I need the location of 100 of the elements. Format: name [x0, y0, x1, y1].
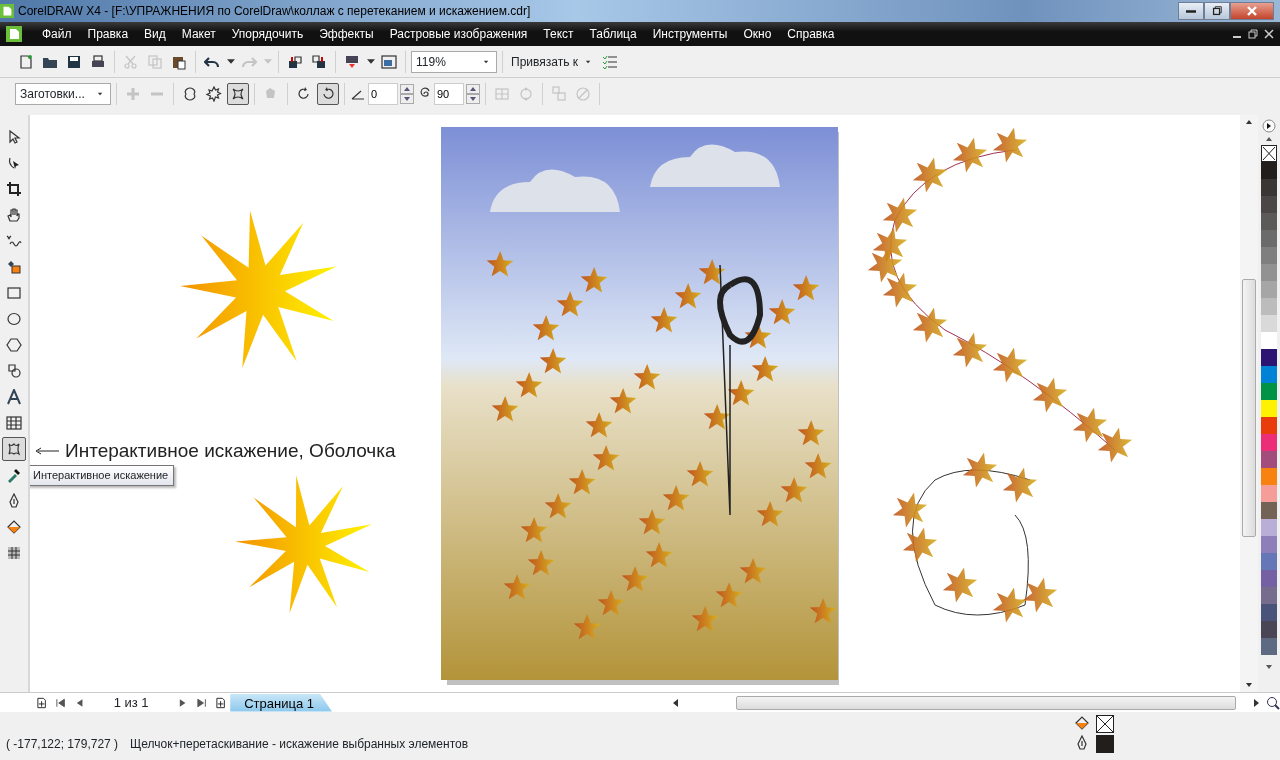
crop-icon — [6, 181, 22, 197]
snap-dropdown[interactable]: Привязать к — [508, 52, 597, 71]
presets-dropdown[interactable]: Заготовки... — [15, 83, 111, 105]
rectangle-icon — [6, 285, 22, 301]
color-swatch[interactable] — [1261, 179, 1277, 196]
menu-item[interactable]: Эффекты — [311, 25, 382, 43]
arrow-icon — [35, 446, 59, 457]
close-button[interactable] — [1230, 2, 1274, 20]
table-icon — [6, 415, 22, 431]
add-page-icon[interactable] — [215, 696, 227, 709]
menu-item[interactable]: Макет — [173, 25, 224, 43]
menu-item[interactable]: Окно — [735, 25, 780, 43]
color-swatch[interactable] — [1261, 315, 1277, 332]
palette-flyout-icon[interactable] — [1262, 119, 1276, 133]
color-swatch[interactable] — [1261, 298, 1277, 315]
menu-item[interactable]: Правка — [79, 25, 137, 43]
paint-bucket-icon — [6, 519, 22, 535]
color-swatch[interactable] — [1261, 502, 1277, 519]
color-swatch[interactable] — [1261, 587, 1277, 604]
color-swatch[interactable] — [1261, 264, 1277, 281]
page-counter: 1 из 1 — [113, 693, 149, 712]
color-swatch[interactable] — [1261, 536, 1277, 553]
scroll-right-icon[interactable] — [1252, 697, 1260, 708]
color-swatch[interactable] — [1261, 213, 1277, 230]
spinner-icon[interactable] — [400, 84, 414, 104]
restore-icon — [1211, 4, 1223, 18]
doc-close-icon[interactable] — [1264, 29, 1274, 39]
mesh-icon — [6, 545, 22, 561]
zoom-dropdown[interactable]: 119% — [411, 50, 497, 73]
annotation-text: Интерактивное искажение, Оболочка — [65, 439, 396, 463]
color-swatch[interactable] — [1261, 400, 1277, 417]
color-swatch[interactable] — [1261, 519, 1277, 536]
add-page-icon[interactable] — [36, 696, 48, 709]
letter-icon — [6, 389, 22, 405]
color-swatch[interactable] — [1261, 383, 1277, 400]
color-swatch[interactable] — [1261, 485, 1277, 502]
cursor-coordinates: ( -177,122; 179,727 ) — [6, 736, 119, 753]
menu-item[interactable]: Таблица — [581, 25, 645, 43]
scrollbar-thumb[interactable] — [736, 695, 1236, 710]
last-page-icon[interactable] — [195, 696, 207, 709]
polygon-icon — [6, 337, 22, 353]
rotations-field[interactable]: 90 — [434, 83, 464, 105]
menu-item[interactable]: Упорядочить — [223, 25, 312, 43]
color-swatch[interactable] — [1261, 247, 1277, 264]
color-swatch[interactable] — [1261, 417, 1277, 434]
menu-item[interactable]: Файл — [34, 25, 80, 43]
rotate-right-icon — [296, 86, 312, 102]
pointer-icon — [6, 129, 22, 145]
color-swatch[interactable] — [1261, 570, 1277, 587]
scroll-left-icon[interactable] — [672, 697, 680, 708]
twist-icon — [230, 86, 246, 102]
color-swatch[interactable] — [1261, 638, 1277, 655]
menu-item[interactable]: Вид — [136, 25, 174, 43]
curve-icon — [6, 233, 22, 249]
eyedropper-icon — [6, 467, 22, 483]
minimize-button[interactable] — [1178, 2, 1204, 20]
color-swatch[interactable] — [1261, 366, 1277, 383]
no-color-swatch[interactable] — [1261, 145, 1277, 162]
distort-icon — [6, 441, 22, 457]
color-swatch[interactable] — [1261, 604, 1277, 621]
puffy-shape-icon — [182, 86, 198, 102]
color-swatch[interactable] — [1261, 451, 1277, 468]
color-swatch[interactable] — [1261, 281, 1277, 298]
smart-fill-icon — [6, 259, 22, 275]
color-swatch[interactable] — [1261, 332, 1277, 349]
twist-button[interactable] — [227, 83, 249, 105]
zigzag-star-icon — [206, 86, 222, 102]
first-page-icon[interactable] — [55, 696, 67, 709]
close-icon — [1245, 4, 1259, 18]
color-swatch[interactable] — [1261, 553, 1277, 570]
color-swatch[interactable] — [1261, 621, 1277, 638]
shapes-icon — [6, 363, 22, 379]
color-swatch[interactable] — [1261, 230, 1277, 247]
angle-field[interactable]: 0 — [368, 83, 398, 105]
rotate-left-icon — [320, 86, 336, 102]
color-swatch[interactable] — [1261, 434, 1277, 451]
color-swatch[interactable] — [1261, 196, 1277, 213]
window-title: CorelDRAW X4 - [F:\УПРАЖНЕНИЯ по CorelDraw\коллаж с перетеканием и искажением.cdr] — [17, 3, 531, 20]
rotate-left-button[interactable] — [317, 83, 339, 105]
ellipse-icon — [6, 311, 22, 327]
minimize-icon — [1186, 9, 1196, 13]
menu-item[interactable]: Текст — [535, 25, 582, 43]
color-swatch[interactable] — [1261, 468, 1277, 485]
restore-button[interactable] — [1204, 2, 1230, 20]
page-tab[interactable]: Страница 1 — [230, 693, 332, 712]
color-swatch[interactable] — [1261, 349, 1277, 366]
status-hint: Щелчок+перетаскивание - искажение выбранных элементов — [130, 736, 469, 753]
spinner-icon[interactable] — [466, 84, 480, 104]
zoom-icon[interactable] — [1266, 695, 1280, 710]
hand-icon — [6, 207, 22, 223]
doc-restore-icon[interactable] — [1248, 29, 1258, 39]
scrollbar-thumb[interactable] — [1242, 279, 1256, 537]
distort-tool[interactable] — [2, 437, 26, 461]
menu-item[interactable]: Растровые изображения — [381, 25, 536, 43]
color-swatch[interactable] — [1261, 162, 1277, 179]
menu-item[interactable]: Справка — [779, 25, 843, 43]
list-icon — [602, 53, 618, 70]
app-logo-icon — [0, 4, 14, 18]
menu-item[interactable]: Инструменты — [644, 25, 736, 43]
tooltip: Интерактивное искажение — [30, 465, 175, 486]
